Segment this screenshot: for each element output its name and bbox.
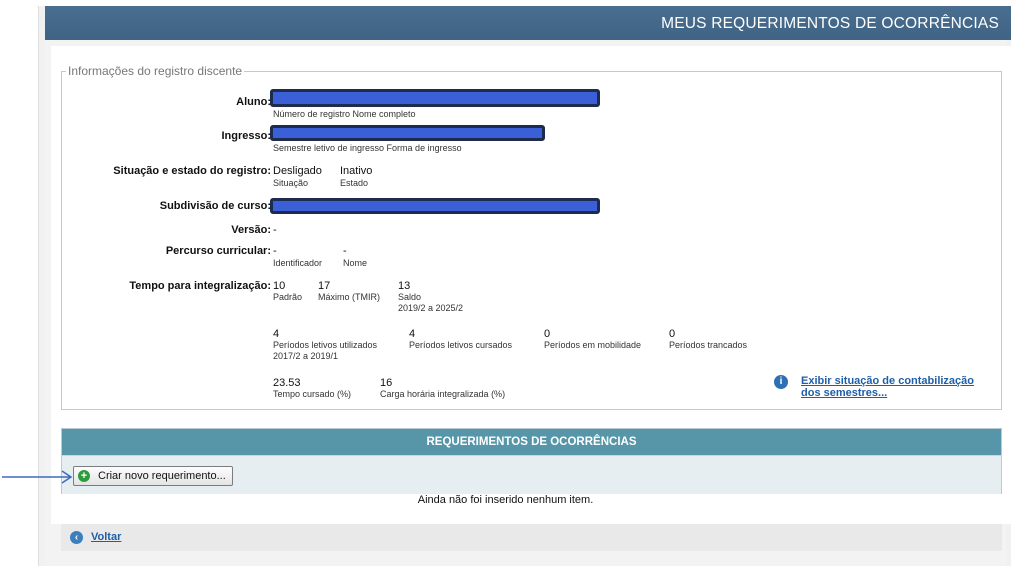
versao-label: Versão: bbox=[231, 224, 271, 236]
ingresso-redacted-value bbox=[270, 125, 545, 141]
back-arrow-icon[interactable]: ‹ bbox=[70, 531, 83, 544]
trancados-value: 0 bbox=[669, 328, 676, 340]
saldo-sub: Saldo bbox=[398, 292, 422, 302]
aluno-redacted-value bbox=[270, 89, 600, 107]
mobilidade-sub: Períodos em mobilidade bbox=[544, 340, 642, 350]
requerimentos-toolbar: + Criar novo requerimento... bbox=[62, 455, 1001, 494]
criar-requerimento-button[interactable]: + Criar novo requerimento... bbox=[73, 466, 233, 486]
padrao-value: 10 bbox=[273, 280, 286, 292]
registro-legend: Informações do registro discente bbox=[68, 64, 243, 78]
aluno-label: Aluno: bbox=[236, 96, 271, 108]
requerimentos-header: REQUERIMENTOS DE OCORRÊNCIAS bbox=[62, 429, 1001, 455]
nome-sub: Nome bbox=[343, 258, 368, 268]
requerimentos-section: REQUERIMENTOS DE OCORRÊNCIAS + Criar nov… bbox=[61, 428, 1002, 494]
registro-fieldset: Informações do registro discente bbox=[61, 64, 1002, 410]
versao-value: - bbox=[273, 224, 277, 236]
percurso-label: Percurso curricular: bbox=[165, 245, 271, 257]
maximo-value: 17 bbox=[318, 280, 331, 292]
saldo-value: 13 bbox=[398, 280, 411, 292]
padrao-sub: Padrão bbox=[273, 292, 303, 302]
annotation-arrow-icon bbox=[2, 470, 73, 484]
identificador-sub: Identificador bbox=[273, 258, 323, 268]
trancados-sub: Períodos trancados bbox=[669, 340, 748, 350]
criar-requerimento-label: Criar novo requerimento... bbox=[98, 470, 226, 482]
subdivisao-redacted-value bbox=[270, 198, 600, 214]
ingresso-label: Ingresso: bbox=[221, 130, 271, 142]
voltar-bar: ‹ Voltar bbox=[61, 524, 1002, 551]
tempo-cursado-sub: Tempo cursado (%) bbox=[273, 389, 352, 399]
carga-sub: Carga horária integralizada (%) bbox=[380, 389, 506, 399]
estado-value: Inativo bbox=[340, 165, 373, 177]
cursados-sub: Períodos letivos cursados bbox=[409, 340, 513, 350]
utilizados-range: 2017/2 a 2019/1 bbox=[273, 351, 339, 361]
identificador-value: - bbox=[273, 245, 277, 257]
tempo-label: Tempo para integralização: bbox=[129, 280, 271, 292]
mobilidade-value: 0 bbox=[544, 328, 551, 340]
info-icon: i bbox=[774, 375, 788, 389]
voltar-link[interactable]: Voltar bbox=[91, 531, 121, 543]
maximo-sub: Máximo (TMIR) bbox=[318, 292, 380, 302]
exibir-situacao-text[interactable]: Exibir situação de contabilização dos se… bbox=[801, 375, 996, 399]
carga-value: 16 bbox=[380, 377, 393, 389]
utilizados-sub: Períodos letivos utilizados bbox=[273, 340, 378, 350]
situacao-label: Situação e estado do registro: bbox=[113, 165, 271, 177]
aluno-sub: Número de registro Nome completo bbox=[273, 109, 416, 119]
cursados-value: 4 bbox=[409, 328, 416, 340]
estado-sub: Estado bbox=[340, 178, 369, 188]
situacao-sub: Situação bbox=[273, 178, 309, 188]
utilizados-value: 4 bbox=[273, 328, 280, 340]
page-header: MEUS REQUERIMENTOS DE OCORRÊNCIAS bbox=[45, 6, 1011, 40]
tempo-cursado-value: 23.53 bbox=[273, 377, 301, 389]
nome-value: - bbox=[343, 245, 347, 257]
subdivisao-label: Subdivisão de curso: bbox=[159, 200, 271, 212]
situacao-value: Desligado bbox=[273, 165, 322, 177]
ingresso-sub: Semestre letivo de ingresso Forma de ing… bbox=[273, 143, 462, 153]
saldo-range: 2019/2 a 2025/2 bbox=[398, 303, 464, 313]
empty-message: Ainda não foi inserido nenhum item. bbox=[417, 494, 594, 506]
page-title: MEUS REQUERIMENTOS DE OCORRÊNCIAS bbox=[661, 15, 999, 32]
